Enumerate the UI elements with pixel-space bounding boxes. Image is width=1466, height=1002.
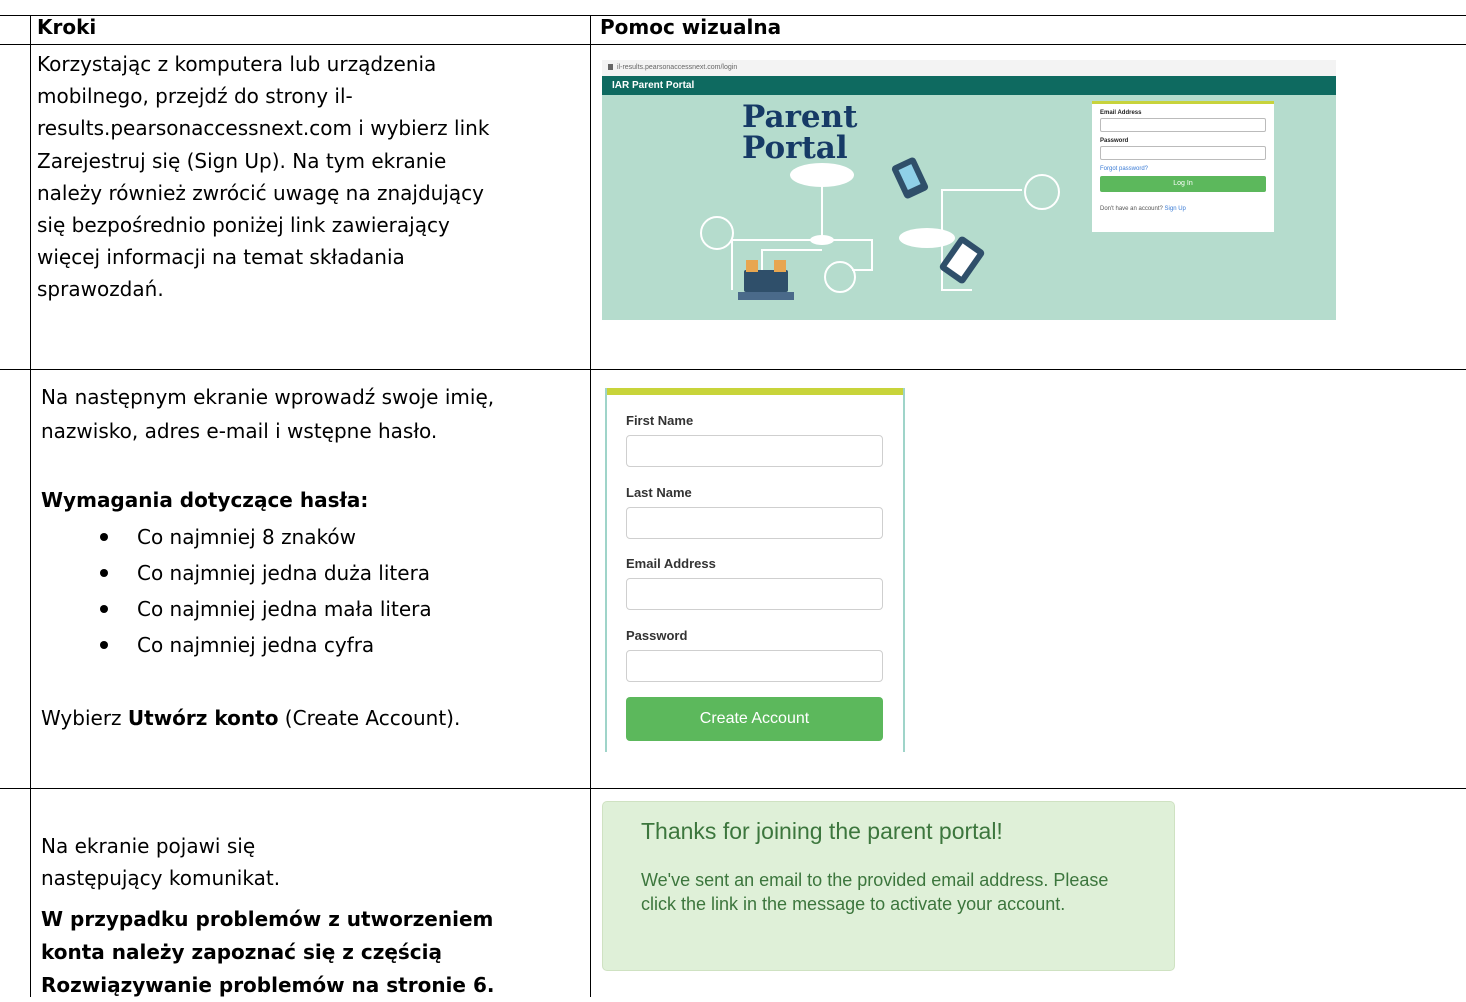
thanks-message: We've sent an email to the provided emai…	[641, 870, 1109, 914]
step-1-text: Korzystając z komputera lub urządzenia m…	[37, 52, 490, 302]
signup-prompt: Don't have an account? Sign Up	[1100, 206, 1266, 212]
last-name-input[interactable]	[626, 507, 883, 539]
trend-bubble-icon	[824, 261, 856, 293]
signup-form-screenshot: First Name Last Name Email Address Passw…	[605, 388, 905, 752]
login-page-screenshot: il-results.pearsonaccessnext.com/login I…	[602, 60, 1336, 320]
header-bottom-border	[0, 44, 1466, 45]
forgot-password-link[interactable]: Forgot password?	[1100, 166, 1266, 172]
first-name-label: First Name	[626, 413, 694, 428]
password-input[interactable]	[626, 650, 883, 682]
password-requirements-list: Co najmniej 8 znaków Co najmniej jedna d…	[41, 519, 571, 663]
first-name-input[interactable]	[626, 435, 883, 467]
checkbox-bubble-icon	[1024, 174, 1060, 210]
login-button[interactable]: Log In	[1100, 176, 1266, 192]
instruction-prefix: Wybierz	[41, 706, 128, 730]
form-accent-bar	[607, 388, 903, 395]
password-requirements-title: Wymagania dotyczące hasła:	[41, 488, 369, 512]
step-3-text: Na ekranie pojawi się następujący komuni…	[41, 834, 281, 890]
requirement-item: Co najmniej jedna mała litera	[41, 591, 571, 627]
tablet-icon	[891, 157, 929, 199]
row2-bottom-border	[0, 788, 1466, 789]
password-label: Password	[626, 628, 688, 643]
email-input[interactable]	[1100, 118, 1266, 132]
email-address-label: Email Address	[626, 556, 716, 571]
chart-bubble-icon	[700, 216, 734, 250]
requirement-item: Co najmniej jedna duża litera	[41, 555, 571, 591]
table-left-border	[30, 15, 31, 997]
instruction-suffix: (Create Account).	[278, 706, 461, 730]
no-account-text: Don't have an account?	[1100, 206, 1163, 212]
url-text: il-results.pearsonaccessnext.com/login	[617, 64, 738, 71]
email-address-input[interactable]	[626, 578, 883, 610]
thanks-message-screenshot: Thanks for joining the parent portal! We…	[602, 801, 1175, 971]
portal-nav-bar: IAR Parent Portal	[602, 76, 1336, 95]
password-input[interactable]	[1100, 146, 1266, 160]
requirement-item: Co najmniej jedna cyfra	[41, 627, 571, 663]
sign-up-link[interactable]: Sign Up	[1165, 206, 1186, 212]
step-2-intro: Na następnym ekranie wprowadź swoje imię…	[41, 385, 495, 443]
thanks-heading: Thanks for joining the parent portal!	[641, 818, 1003, 844]
laptop-icon	[738, 260, 794, 300]
last-name-label: Last Name	[626, 485, 692, 500]
column-divider	[590, 15, 591, 997]
step-3-cell: Na ekranie pojawi się następujący komuni…	[41, 830, 561, 1002]
step-3-troubleshooting-note: W przypadku problemów z utworzeniem kont…	[41, 907, 495, 997]
create-account-button[interactable]: Create Account	[626, 697, 883, 741]
password-label: Password	[1100, 138, 1129, 144]
step-2-cell: Na następnym ekranie wprowadź swoje imię…	[41, 380, 571, 735]
create-account-instruction: Wybierz Utwórz konto (Create Account).	[41, 701, 571, 735]
email-label: Email Address	[1100, 110, 1142, 116]
column-header-visual-aid: Pomoc wizualna	[600, 15, 782, 39]
requirement-item: Co najmniej 8 znaków	[41, 519, 571, 555]
login-form: Email Address Password Forgot password? …	[1092, 101, 1274, 232]
instruction-bold: Utwórz konto	[127, 706, 279, 730]
lock-icon	[608, 64, 613, 71]
row1-bottom-border	[0, 369, 1466, 370]
portal-illustration	[700, 157, 1060, 300]
address-bar: il-results.pearsonaccessnext.com/login	[602, 60, 1336, 76]
column-header-steps: Kroki	[37, 15, 97, 39]
